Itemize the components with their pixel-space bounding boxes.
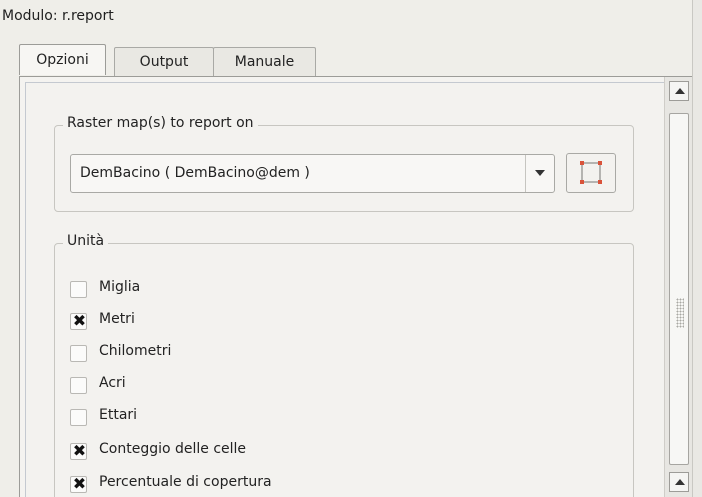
checkbox-label: Conteggio delle celle: [99, 441, 247, 457]
checkbox-ettari[interactable]: [70, 409, 87, 426]
checkbox-percentuale-copertura[interactable]: ✖: [70, 474, 87, 493]
raster-map-combobox-value: DemBacino ( DemBacino@dem ): [80, 165, 310, 181]
scroll-down-button[interactable]: [669, 472, 689, 492]
tab-manuale[interactable]: Manuale: [213, 47, 316, 76]
window-frame-edge: [692, 0, 702, 497]
raster-group-legend: Raster map(s) to report on: [63, 115, 258, 131]
grip-icon: [676, 298, 684, 328]
checkbox-label: Percentuale di copertura: [99, 474, 272, 490]
module-window: Modulo: r.report Opzioni Output Manuale …: [0, 0, 702, 497]
checkbox-metri[interactable]: ✖: [70, 311, 87, 330]
checkbox-miglia[interactable]: [70, 281, 87, 298]
combobox-dropdown-button[interactable]: [525, 155, 554, 192]
arrow-up-icon: [675, 479, 685, 485]
tab-opzioni[interactable]: Opzioni: [19, 44, 106, 75]
checkbox-label: Miglia: [99, 279, 141, 295]
check-mark-icon: ✖: [72, 311, 87, 330]
scroll-up-button[interactable]: [669, 81, 689, 101]
checkbox-label: Chilometri: [99, 343, 172, 359]
select-features-icon: [580, 161, 602, 184]
raster-map-combobox[interactable]: DemBacino ( DemBacino@dem ): [70, 154, 555, 193]
select-on-canvas-button[interactable]: [566, 153, 616, 193]
module-title: Modulo: r.report: [2, 8, 114, 24]
checkbox-label: Acri: [99, 375, 126, 391]
checkbox-chilometri[interactable]: [70, 345, 87, 362]
checkbox-label: Ettari: [99, 407, 138, 423]
unita-group-legend: Unità: [63, 233, 109, 249]
checkbox-acri[interactable]: [70, 377, 87, 394]
unita-groupbox: Unità: [54, 233, 634, 497]
arrow-up-icon: [675, 88, 685, 94]
chevron-down-icon: [535, 170, 545, 176]
tab-output[interactable]: Output: [114, 47, 214, 76]
vertical-scrollbar[interactable]: [664, 77, 692, 497]
checkbox-conteggio-celle[interactable]: ✖: [70, 441, 87, 460]
checkbox-label: Metri: [99, 311, 135, 327]
check-mark-icon: ✖: [72, 441, 87, 460]
check-mark-icon: ✖: [72, 474, 87, 493]
scrollbar-thumb[interactable]: [669, 113, 689, 465]
